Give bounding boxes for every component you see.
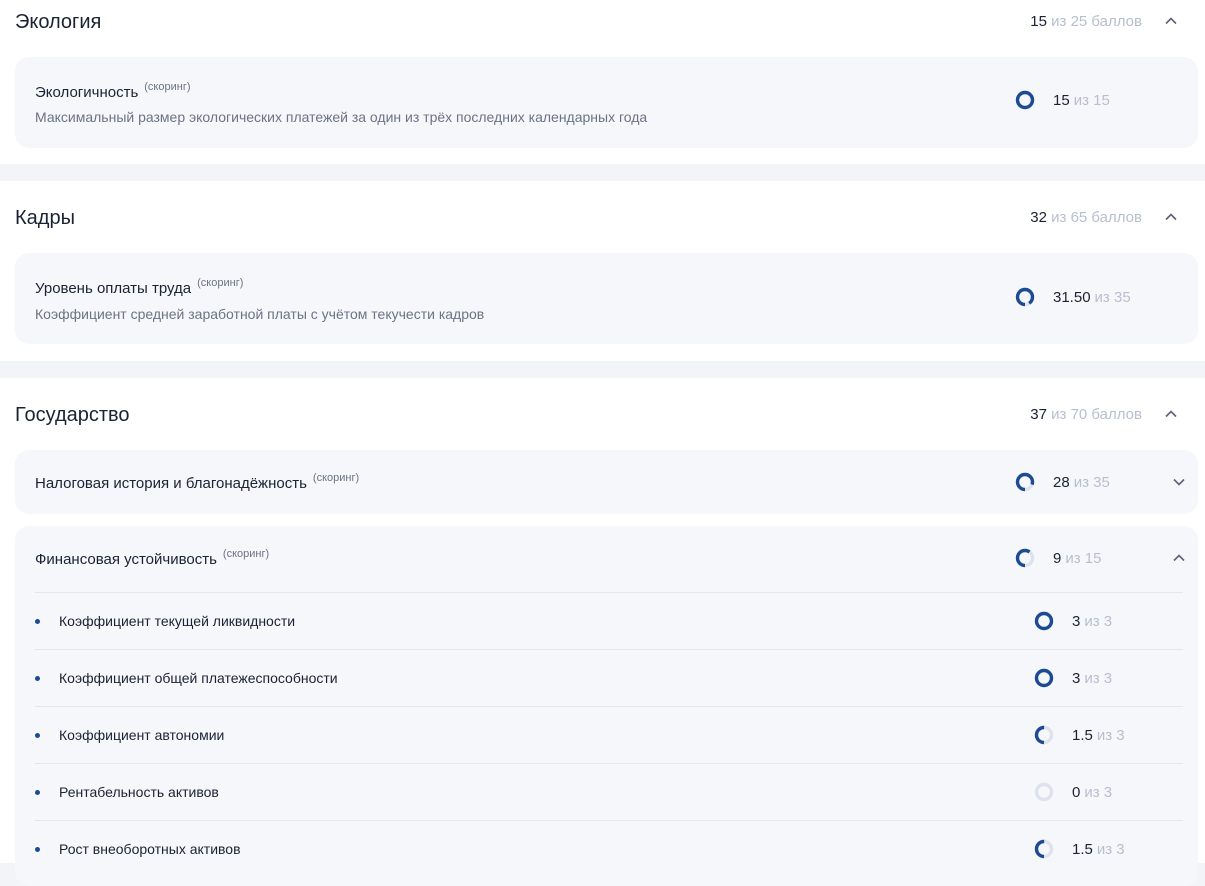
scoring-tag: (скоринг) (197, 277, 244, 289)
ring-progress (1015, 287, 1035, 307)
score-ring-icon (1034, 725, 1054, 745)
chevron-up-icon[interactable] (1164, 407, 1178, 421)
chevron-up-icon[interactable] (1164, 14, 1178, 28)
sub-item-score: 3 из 3 (1034, 668, 1112, 688)
scoring-tag: (скоринг) (312, 472, 360, 484)
ring-progress (1034, 668, 1054, 688)
scoring-tag: (скоринг) (222, 548, 270, 560)
ring-progress (1034, 611, 1054, 631)
score-ring-icon (1034, 668, 1054, 688)
section-title: Кадры (15, 207, 75, 229)
ring-progress (1015, 90, 1035, 110)
score-ring-icon (1015, 472, 1035, 492)
score-ring-icon (1034, 839, 1054, 859)
chevron-up-icon[interactable] (1172, 551, 1186, 565)
card-score: 15 из 15 (1015, 90, 1110, 110)
ring-track (1034, 782, 1054, 802)
card-description: Коэффициент средней заработной платы с у… (35, 306, 485, 322)
sub-item-label: Коэффициент текущей ликвидности (35, 613, 295, 629)
sub-item-label: Коэффициент автономии (35, 727, 224, 743)
score-card: Экологичность (скоринг) Максимальный разм… (15, 57, 1198, 148)
divider (35, 649, 1183, 650)
card-title: Уровень оплаты труда (скоринг) (35, 277, 244, 297)
divider (35, 706, 1183, 707)
sub-item-score: 3 из 3 (1034, 611, 1112, 631)
card-score: 28 из 35 (1015, 472, 1110, 492)
card-title: Финансовая устойчивость (скоринг) (35, 548, 270, 568)
divider (35, 763, 1183, 764)
card-description: Максимальный размер экологических платеж… (35, 109, 648, 125)
card-title: Экологичность (скоринг) (35, 81, 191, 101)
chevron-up-icon[interactable] (1164, 210, 1178, 224)
section-ecology: Экология 15 из 25 баллов Экологичность (с… (0, 0, 1205, 164)
score-ring-icon (1015, 90, 1035, 110)
bullet-icon (35, 847, 40, 852)
section-score: 15 из 25 баллов (1030, 13, 1142, 30)
score-card-tax-history[interactable]: Налоговая история и благонадёжность (скор… (15, 450, 1198, 514)
section-score: 37 из 70 баллов (1030, 406, 1142, 423)
section-staff: Кадры 32 из 65 баллов Уровень оплаты тру… (0, 181, 1205, 361)
section-score: 32 из 65 баллов (1030, 209, 1142, 226)
score-ring-icon (1015, 287, 1035, 307)
score-ring-icon (1034, 782, 1054, 802)
card-title: Налоговая история и благонадёжность (скор… (35, 472, 360, 492)
divider (35, 592, 1183, 593)
bullet-icon (35, 790, 40, 795)
bullet-icon (35, 676, 40, 681)
section-title: Государство (15, 404, 130, 426)
bullet-icon (35, 619, 40, 624)
score-card: Уровень оплаты труда (скоринг) Коэффициен… (15, 253, 1198, 344)
card-score: 9 из 15 (1015, 548, 1101, 568)
section-title: Экология (15, 11, 102, 33)
sub-item-label: Рентабельность активов (35, 784, 219, 800)
sub-item-label: Рост внеоборотных активов (35, 841, 241, 857)
chevron-down-icon[interactable] (1172, 475, 1186, 489)
sub-item-score: 1.5 из 3 (1034, 725, 1125, 745)
sub-item-score: 1.5 из 3 (1034, 839, 1125, 859)
score-card-financial-stability: Финансовая устойчивость (скоринг) 9 из 15… (15, 526, 1198, 886)
sub-item-score: 0 из 3 (1034, 782, 1112, 802)
divider (35, 820, 1183, 821)
scoring-tag: (скоринг) (144, 81, 191, 93)
section-state: Государство 37 из 70 баллов Налоговая ис… (0, 378, 1205, 886)
score-ring-icon (1034, 611, 1054, 631)
bullet-icon (35, 733, 40, 738)
score-ring-icon (1015, 548, 1035, 568)
sub-item-label: Коэффициент общей платежеспособности (35, 670, 338, 686)
card-score: 31.50 из 35 (1015, 287, 1131, 307)
